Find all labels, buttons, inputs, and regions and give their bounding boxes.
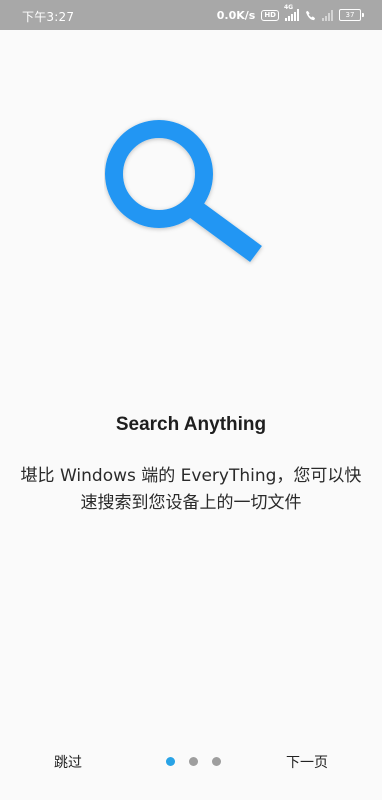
next-page-button[interactable]: 下一页 — [286, 752, 328, 772]
onboarding-nav: 跳过 下一页 — [0, 748, 382, 776]
status-time: 下午3:27 — [22, 10, 75, 24]
status-icons: 0.0K/s HD 4G 37 — [216, 4, 364, 24]
network-type-label: 4G — [284, 4, 294, 11]
battery-level: 37 — [339, 9, 361, 21]
page-title: Search Anything — [115, 414, 267, 435]
network-speed: 0.0K/s — [216, 8, 256, 22]
signal-secondary-icon — [322, 9, 333, 21]
page-dot-1[interactable] — [166, 757, 175, 766]
signal-icon: 4G — [284, 4, 299, 21]
page-dot-3[interactable] — [212, 757, 221, 766]
hd-icon: HD — [261, 9, 279, 21]
battery-icon: 37 — [339, 9, 364, 21]
status-bar: 下午3:27 0.0K/s HD 4G 37 — [0, 0, 382, 30]
phone-icon — [305, 10, 316, 21]
page-description: 堪比 Windows 端的 EveryThing，您可以快速搜索到您设备上的一切… — [20, 466, 362, 513]
skip-button[interactable]: 跳过 — [54, 752, 82, 772]
page-dot-2[interactable] — [189, 757, 198, 766]
page-indicator — [166, 757, 221, 766]
search-icon — [104, 112, 274, 272]
